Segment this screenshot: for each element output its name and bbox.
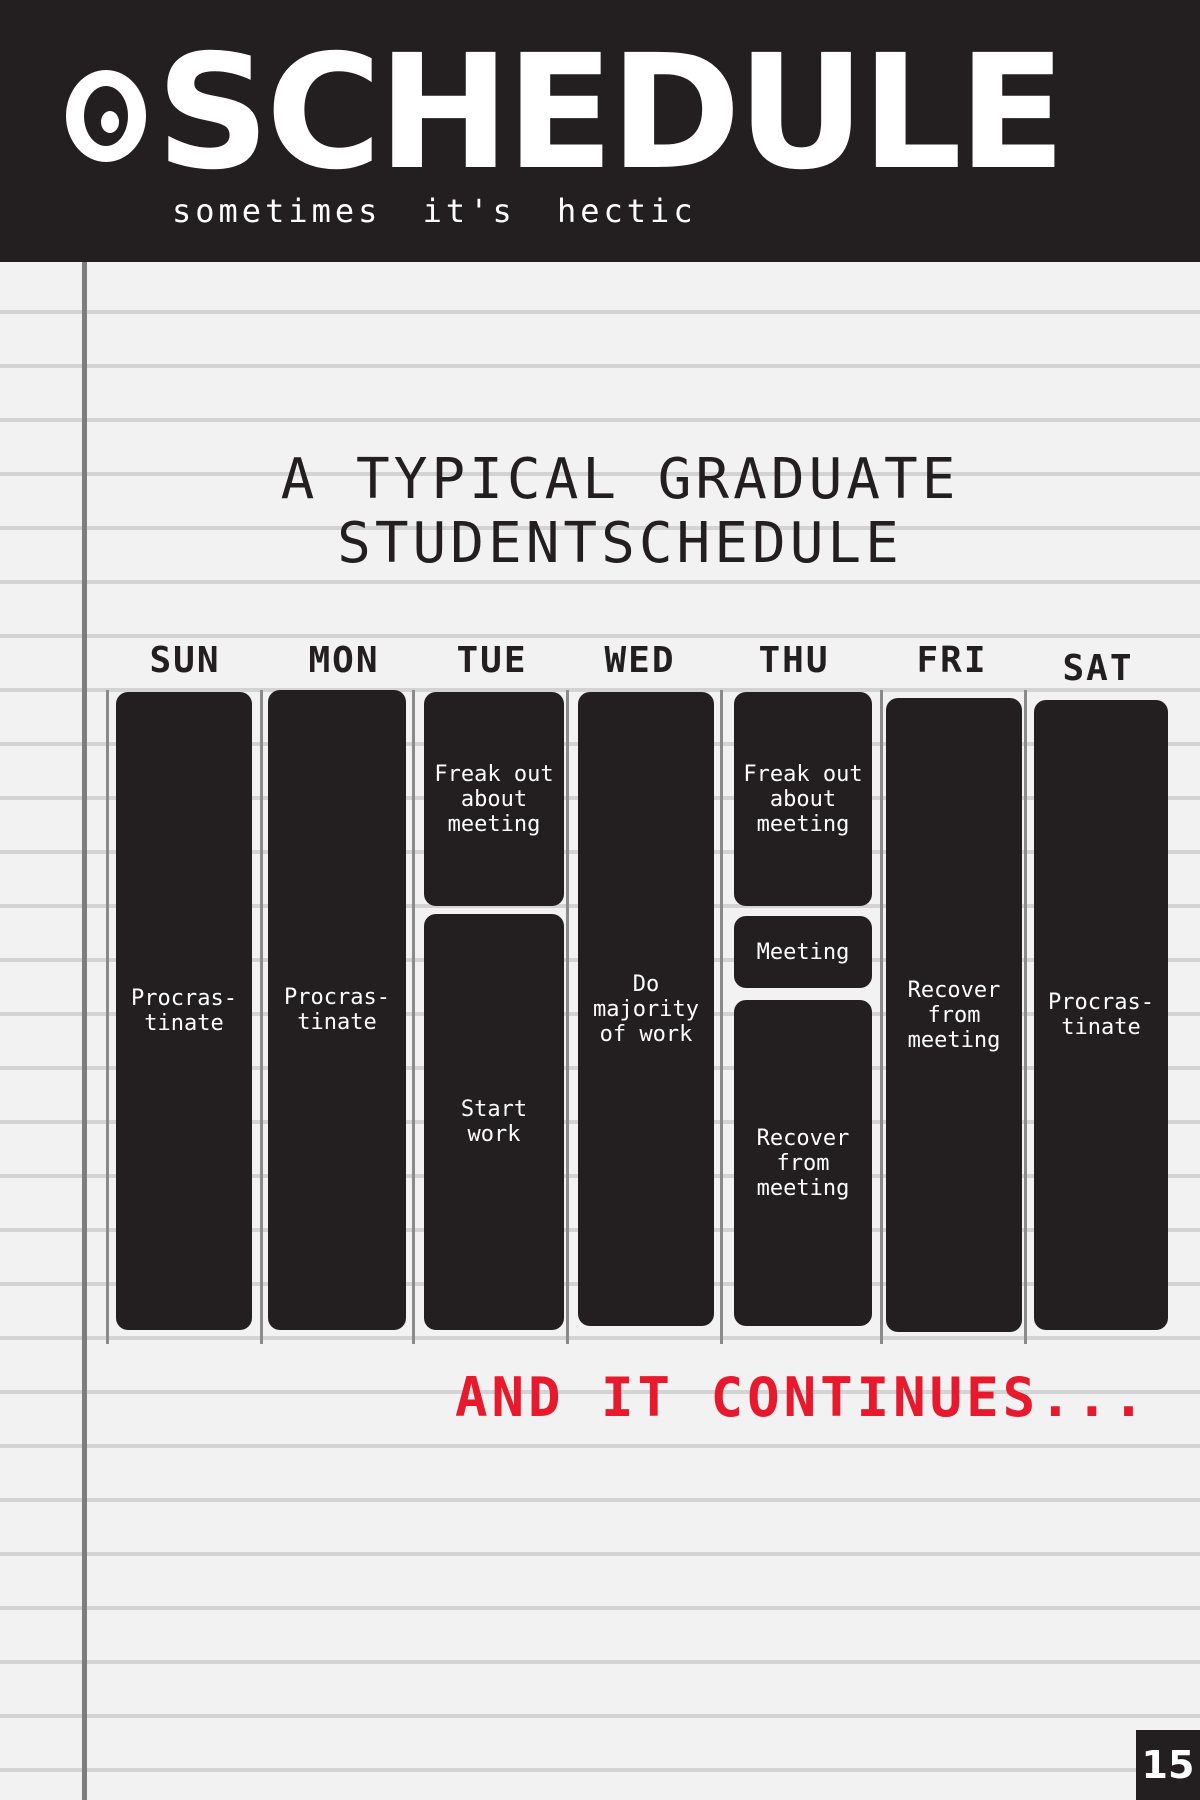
schedule-block-fri: Recover from meeting bbox=[886, 698, 1022, 1332]
schedule-block-tue-freak-out: Freak out about meeting bbox=[424, 692, 564, 906]
column-rail bbox=[412, 690, 415, 1344]
block-text: Do majority of work bbox=[593, 971, 699, 1047]
block-text: Procras- tinate bbox=[131, 986, 237, 1036]
page-number: 15 bbox=[1136, 1730, 1200, 1800]
day-label-thu: THU bbox=[758, 640, 830, 681]
block-text: Recover from meeting bbox=[907, 977, 1001, 1053]
column-rail bbox=[880, 690, 883, 1344]
continues-caption: AND IT CONTINUES... bbox=[455, 1366, 1149, 1429]
schedule-block-mon: Procras- tinate bbox=[268, 690, 406, 1330]
column-rail bbox=[260, 690, 263, 1344]
schedule-block-sat: Procras- tinate bbox=[1034, 700, 1168, 1330]
schedule-block-thu-freak-out: Freak out about meeting bbox=[734, 692, 872, 906]
heading-line-2: STUDENTSCHEDULE bbox=[337, 511, 903, 576]
day-label-sun: SUN bbox=[149, 640, 221, 681]
column-rail bbox=[106, 690, 109, 1344]
column-rail bbox=[1024, 690, 1027, 1344]
schedule-block-sun: Procras- tinate bbox=[116, 692, 252, 1330]
block-text: Procras- tinate bbox=[1048, 990, 1154, 1040]
schedule-block-tue-start-work: Start work bbox=[424, 914, 564, 1330]
column-rail bbox=[566, 690, 569, 1344]
block-text: Start work bbox=[460, 1097, 528, 1147]
column-rail bbox=[720, 690, 723, 1344]
page-header: SCHEDULE sometimes it's hectic bbox=[0, 0, 1200, 262]
day-label-tue: TUE bbox=[456, 640, 528, 681]
page-subtitle: sometimes it's hectic bbox=[172, 192, 697, 230]
notebook-margin-line bbox=[82, 262, 87, 1800]
round-badge-icon bbox=[66, 70, 146, 162]
block-text: Recover from meeting bbox=[756, 1125, 850, 1201]
day-label-fri: FRI bbox=[916, 640, 988, 681]
day-label-sat: SAT bbox=[1062, 648, 1134, 689]
schedule-block-wed: Do majority of work bbox=[578, 692, 714, 1326]
day-label-mon: MON bbox=[308, 640, 380, 681]
block-text: Meeting bbox=[756, 939, 850, 965]
block-text: Freak out about meeting bbox=[743, 761, 863, 837]
day-label-wed: WED bbox=[604, 640, 676, 681]
schedule-block-thu-recover: Recover from meeting bbox=[734, 1000, 872, 1326]
schedule-block-thu-meeting: Meeting bbox=[734, 916, 872, 988]
schedule-heading: A TYPICAL GRADUATE STUDENTSCHEDULE bbox=[240, 448, 1000, 576]
block-text: Procras- tinate bbox=[284, 985, 390, 1035]
heading-line-1: A TYPICAL GRADUATE bbox=[280, 447, 960, 512]
block-text: Freak out about meeting bbox=[434, 761, 554, 837]
page-title: SCHEDULE bbox=[156, 21, 1066, 205]
